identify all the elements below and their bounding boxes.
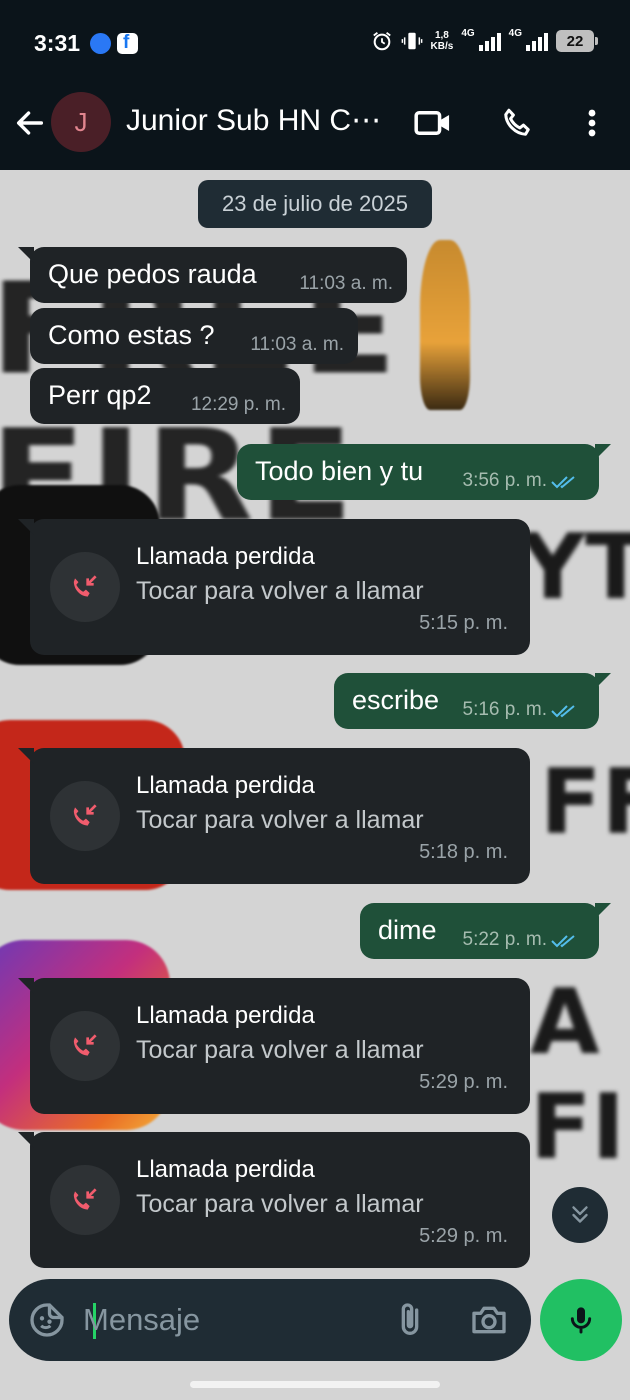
missed-call-time: 5:18 p. m. xyxy=(419,841,508,863)
gesture-home-bar[interactable] xyxy=(190,1381,440,1388)
sim2-network-type: 4G xyxy=(508,27,522,39)
wallpaper-side-graphic: FF xyxy=(540,750,630,855)
signal-icon xyxy=(478,31,501,51)
message-time: 11:03 a. m. xyxy=(250,334,344,355)
message-composer xyxy=(9,1279,531,1361)
video-call-button[interactable] xyxy=(413,103,453,143)
double-chevron-down-icon xyxy=(572,1206,588,1223)
message-bubble-incoming[interactable]: Que pedos rauda 11:03 a. m. xyxy=(18,247,407,303)
more-vert-icon xyxy=(588,109,596,137)
chat-header: J Junior Sub HN C⋯ xyxy=(0,85,630,170)
missed-call-icon xyxy=(50,552,120,622)
message-text: Perr qp2 xyxy=(48,380,152,410)
bubble-tail xyxy=(18,748,34,764)
network-speed-unit: KB/s xyxy=(430,41,454,52)
missed-call-subtitle: Tocar para volver a llamar xyxy=(136,1190,424,1218)
alarm-icon xyxy=(372,32,391,51)
back-arrow-icon xyxy=(16,111,44,135)
date-chip: 23 de julio de 2025 xyxy=(198,180,432,228)
messenger-icon xyxy=(90,33,111,54)
wallpaper-flame-graphic xyxy=(420,240,470,410)
message-text: Como estas ? xyxy=(48,320,215,350)
message-text: escribe xyxy=(352,685,440,715)
missed-call-card[interactable]: Llamada perdida Tocar para volver a llam… xyxy=(18,748,530,884)
message-bubble-outgoing[interactable]: Todo bien y tu 3:56 p. m. xyxy=(237,444,611,500)
sticker-icon[interactable] xyxy=(27,1300,67,1340)
missed-call-subtitle: Tocar para volver a llamar xyxy=(136,806,424,834)
message-bubble-incoming[interactable]: Como estas ? 11:03 a. m. xyxy=(30,308,358,364)
missed-call-title: Llamada perdida xyxy=(136,1156,315,1183)
message-bubble-outgoing[interactable]: dime 5:22 p. m. xyxy=(360,903,611,959)
bubble-tail xyxy=(18,1132,34,1148)
attach-icon[interactable] xyxy=(390,1299,430,1341)
avatar-initial: J xyxy=(74,106,88,137)
voice-call-button[interactable] xyxy=(497,103,537,143)
message-time: 5:16 p. m. xyxy=(462,699,548,720)
message-time: 5:22 p. m. xyxy=(462,929,548,950)
signal-icon xyxy=(526,31,548,51)
video-call-icon xyxy=(414,111,450,135)
bubble-tail xyxy=(18,978,34,994)
more-options-button[interactable] xyxy=(572,103,612,143)
back-button[interactable] xyxy=(10,103,50,143)
missed-call-card[interactable]: Llamada perdida Tocar para volver a llam… xyxy=(18,1132,530,1268)
read-ticks-icon xyxy=(551,705,575,718)
missed-call-icon xyxy=(50,1011,120,1081)
camera-icon[interactable] xyxy=(468,1300,510,1340)
wallpaper-side-graphic: A FI xyxy=(530,970,625,1180)
network-speed-value: 1,8 xyxy=(434,30,449,41)
mic-icon xyxy=(570,1307,592,1334)
read-ticks-icon xyxy=(551,476,575,489)
vibrate-icon xyxy=(401,32,422,50)
status-bar: 3:31 1,8 KB/s 4G 4G 22 xyxy=(0,0,630,85)
missed-call-subtitle: Tocar para volver a llamar xyxy=(136,577,424,605)
scroll-to-bottom-button[interactable] xyxy=(552,1187,608,1243)
message-time: 3:56 p. m. xyxy=(462,470,548,491)
missed-call-time: 5:29 p. m. xyxy=(419,1071,508,1093)
message-time: 11:03 a. m. xyxy=(299,273,393,294)
message-text: dime xyxy=(378,915,437,945)
facebook-icon xyxy=(117,32,138,54)
battery-level: 22 xyxy=(566,32,584,50)
missed-call-time: 5:29 p. m. xyxy=(419,1225,508,1247)
network-speed: 1,8 KB/s xyxy=(431,30,454,52)
message-text: Todo bien y tu xyxy=(255,456,424,486)
missed-call-card[interactable]: Llamada perdida Tocar para volver a llam… xyxy=(18,978,530,1114)
contact-name[interactable]: Junior Sub HN C⋯ xyxy=(126,103,391,138)
bubble-tail xyxy=(18,247,34,263)
missed-call-icon xyxy=(50,781,120,851)
bubble-tail xyxy=(18,519,34,535)
missed-call-icon xyxy=(50,1165,120,1235)
missed-call-title: Llamada perdida xyxy=(136,1002,315,1029)
message-text: Que pedos rauda xyxy=(48,259,257,289)
missed-call-subtitle: Tocar para volver a llamar xyxy=(136,1036,424,1064)
missed-call-time: 5:15 p. m. xyxy=(419,612,508,634)
bubble-tail xyxy=(595,903,611,919)
missed-call-title: Llamada perdida xyxy=(136,543,315,570)
read-ticks-icon xyxy=(551,935,575,948)
message-time: 12:29 p. m. xyxy=(190,394,286,415)
missed-call-card[interactable]: Llamada perdida Tocar para volver a llam… xyxy=(18,519,530,655)
avatar[interactable]: J xyxy=(51,92,111,152)
wallpaper-side-graphic: YT xyxy=(520,515,630,620)
voice-message-button[interactable] xyxy=(540,1279,622,1361)
bubble-tail xyxy=(595,673,611,689)
status-time: 3:31 xyxy=(34,30,81,56)
battery-icon: 22 xyxy=(556,30,598,52)
message-bubble-incoming[interactable]: Perr qp2 12:29 p. m. xyxy=(30,368,300,424)
missed-call-title: Llamada perdida xyxy=(136,772,315,799)
message-bubble-outgoing[interactable]: escribe 5:16 p. m. xyxy=(334,673,611,729)
bubble-tail xyxy=(595,444,611,460)
phone-icon xyxy=(504,108,530,136)
sim1-network-type: 4G xyxy=(461,27,475,39)
message-input[interactable] xyxy=(83,1297,363,1343)
